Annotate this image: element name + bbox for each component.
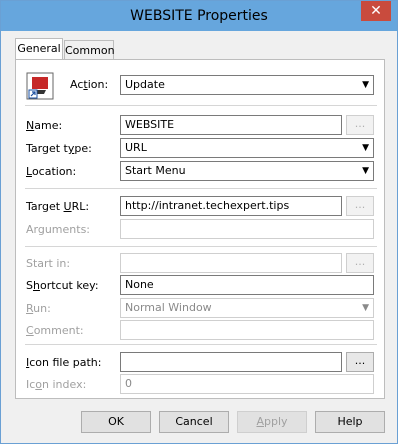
chevron-down-icon: ▼	[362, 80, 369, 90]
target-url-field[interactable]: http://intranet.techexpert.tips	[120, 196, 342, 216]
shortcut-key-label: Shortcut key:	[26, 279, 99, 292]
icon-file-path-browse-button[interactable]: ...	[346, 352, 374, 372]
start-in-label: Start in:	[26, 257, 71, 270]
target-type-select[interactable]: URL ▼	[120, 138, 374, 158]
comment-label: Comment:	[26, 324, 84, 337]
divider	[25, 105, 377, 106]
action-value: Update	[125, 78, 165, 91]
icon-index-label: Icon index:	[26, 378, 87, 391]
arguments-label: Arguments:	[26, 223, 91, 236]
general-tab-panel: Action: Update ▼ Name: WEBSITE ... Targe…	[15, 59, 385, 399]
close-button[interactable]: ✕	[361, 1, 391, 21]
arguments-field[interactable]	[120, 219, 374, 239]
location-label: Location:	[26, 165, 77, 178]
properties-dialog: WEBSITE Properties ✕ General Common Acti…	[0, 0, 398, 444]
run-value: Normal Window	[125, 301, 212, 314]
help-button[interactable]: Help	[315, 411, 385, 433]
shortcut-icon	[26, 72, 54, 100]
icon-file-path-field[interactable]	[120, 352, 342, 372]
cancel-button[interactable]: Cancel	[159, 411, 229, 433]
chevron-down-icon: ▼	[362, 166, 369, 176]
run-select[interactable]: Normal Window ▼	[120, 298, 374, 318]
target-type-label: Target type:	[26, 142, 92, 155]
chevron-down-icon: ▼	[362, 303, 369, 313]
apply-button[interactable]: Apply	[237, 411, 307, 433]
run-label: Run:	[26, 302, 51, 315]
name-browse-button[interactable]: ...	[346, 115, 374, 135]
name-field[interactable]: WEBSITE	[120, 115, 342, 135]
divider	[25, 246, 377, 247]
location-select[interactable]: Start Menu ▼	[120, 161, 374, 181]
target-url-label: Target URL:	[26, 200, 90, 213]
divider	[25, 188, 377, 189]
target-type-value: URL	[125, 141, 147, 154]
window-title: WEBSITE Properties	[130, 8, 268, 24]
shortcut-key-field[interactable]: None	[120, 275, 374, 295]
location-value: Start Menu	[125, 164, 186, 177]
tab-common[interactable]: Common	[64, 40, 115, 60]
target-url-browse-button[interactable]: ...	[346, 196, 374, 216]
start-in-field[interactable]	[120, 253, 342, 273]
comment-field[interactable]	[120, 320, 374, 340]
tab-general[interactable]: General	[15, 38, 63, 60]
divider	[25, 344, 377, 345]
action-select[interactable]: Update ▼	[120, 75, 374, 95]
action-label: Action:	[70, 78, 109, 91]
icon-file-path-label: Icon file path:	[26, 356, 102, 369]
chevron-down-icon: ▼	[362, 143, 369, 153]
start-in-browse-button[interactable]: ...	[346, 253, 374, 273]
name-label: Name:	[26, 119, 63, 132]
icon-index-field[interactable]: 0	[120, 374, 374, 394]
ok-button[interactable]: OK	[81, 411, 151, 433]
title-bar[interactable]: WEBSITE Properties ✕	[1, 1, 397, 31]
